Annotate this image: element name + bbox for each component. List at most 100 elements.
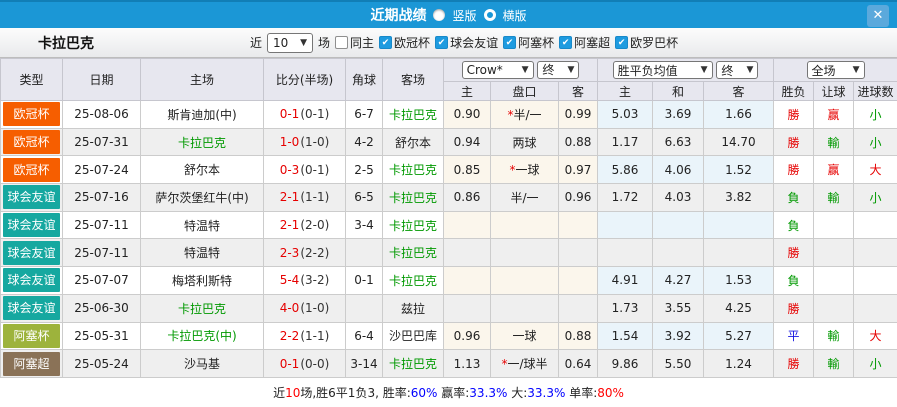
asian-away-odds-cell [559, 267, 598, 295]
league-filter[interactable]: ✔阿塞杯 [503, 34, 554, 51]
euro-home-odds-cell: 4.91 [598, 267, 653, 295]
col-header-score: 比分(半场) [264, 59, 346, 101]
league-filter-label: 球会友谊 [450, 34, 498, 51]
asian-line-cell [491, 239, 559, 267]
horizontal-layout-radio-icon[interactable] [484, 9, 496, 21]
euro-away-odds-cell: 4.25 [704, 294, 774, 322]
vertical-layout-radio-icon[interactable] [433, 9, 445, 21]
table-row: 欧冠杯25-07-31卡拉巴克1-0(1-0)4-2舒尔本0.94两球0.881… [1, 128, 897, 156]
asian-away-odds-cell: 0.88 [559, 128, 598, 156]
summary-segment: 10 [285, 386, 300, 400]
summary-segment: 大: [507, 384, 527, 401]
away-team-cell: 舒尔本 [383, 128, 444, 156]
asterisk-mark: * [509, 163, 515, 177]
sub-header-goals: 进球数 [854, 82, 897, 101]
halftime-score: (1-1) [300, 329, 329, 343]
checkbox-icon[interactable]: ✔ [615, 36, 628, 49]
date-cell: 25-05-24 [63, 350, 141, 378]
league-filter[interactable]: ✔欧冠杯 [379, 34, 430, 51]
handicap-result-cell: 赢 [814, 101, 854, 129]
league-filter[interactable]: ✔欧罗巴杯 [615, 34, 678, 51]
euro-away-odds-cell: 1.66 [704, 101, 774, 129]
asian-line-cell: *一/球半 [491, 350, 559, 378]
horizontal-layout-label[interactable]: 横版 [503, 7, 527, 24]
euro-away-odds-cell: 3.82 [704, 184, 774, 212]
checkbox-icon[interactable]: ✔ [559, 36, 572, 49]
recent-results-panel: 近期战绩 竖版 横版 ✕ 卡拉巴克 近 10 ▼ 场 同主 ✔欧冠杯✔球会友谊✔… [0, 0, 897, 407]
asian-company-select[interactable]: Crow* ▼ [462, 61, 534, 79]
halftime-score: (0-1) [300, 163, 329, 177]
euro-draw-odds-cell: 4.06 [653, 156, 704, 184]
result-cell: 勝 [774, 239, 814, 267]
league-filter[interactable]: ✔阿塞超 [559, 34, 610, 51]
home-team-cell: 舒尔本 [141, 156, 264, 184]
euro-draw-odds-cell: 5.50 [653, 350, 704, 378]
handicap-result-cell: 輸 [814, 350, 854, 378]
sub-header-euro-away: 客 [704, 82, 774, 101]
result-cell: 勝 [774, 294, 814, 322]
asian-away-odds-cell: 0.99 [559, 101, 598, 129]
home-team: 卡拉巴克 [178, 302, 226, 316]
sub-header-result: 胜负 [774, 82, 814, 101]
euro-stage-select[interactable]: 终 ▼ [716, 61, 758, 79]
result-cell: 勝 [774, 128, 814, 156]
euro-draw-odds-cell: 3.92 [653, 322, 704, 350]
sub-header-handicap: 让球 [814, 82, 854, 101]
result-cell: 負 [774, 267, 814, 295]
same-home-filter[interactable]: 同主 [335, 34, 374, 51]
asian-home-odds-cell: 1.13 [444, 350, 491, 378]
handicap-result-cell [814, 211, 854, 239]
same-home-label: 同主 [350, 34, 374, 51]
fulltime-score: 0-1 [280, 107, 300, 121]
goals-result-cell [854, 267, 897, 295]
col-header-corners: 角球 [346, 59, 383, 101]
asian-home-odds-cell: 0.90 [444, 101, 491, 129]
asian-stage-select[interactable]: 终 ▼ [537, 61, 579, 79]
handicap-result-cell: 輸 [814, 184, 854, 212]
matches-count-select[interactable]: 10 ▼ [267, 33, 313, 53]
score-cell: 0-1(0-1) [264, 101, 346, 129]
handicap-result-cell [814, 294, 854, 322]
fulltime-score: 1-0 [280, 135, 300, 149]
checkbox-icon[interactable]: ✔ [379, 36, 392, 49]
table-row: 球会友谊25-06-30卡拉巴克4-0(1-0)兹拉1.733.554.25勝 [1, 294, 897, 322]
handicap-result-cell [814, 267, 854, 295]
summary-segment: 33.3% [469, 386, 507, 400]
checkbox-icon[interactable] [335, 36, 348, 49]
league-filter[interactable]: ✔球会友谊 [435, 34, 498, 51]
summary-segment: 赢率: [437, 384, 469, 401]
league-badge: 阿塞超 [3, 352, 60, 376]
summary-segment: 60% [411, 386, 438, 400]
team-name: 卡拉巴克 [0, 33, 250, 53]
chevron-down-icon: ▼ [701, 65, 708, 75]
away-team: 兹拉 [401, 302, 425, 316]
fulltime-score: 2-1 [280, 190, 300, 204]
close-icon[interactable]: ✕ [867, 5, 889, 27]
fulltime-score: 2-2 [280, 329, 300, 343]
sub-header-euro-home: 主 [598, 82, 653, 101]
home-team-cell: 卡拉巴克 [141, 128, 264, 156]
results-table: 类型 日期 主场 比分(半场) 角球 客场 Crow* ▼ 终 ▼ [0, 58, 897, 378]
table-row: 球会友谊25-07-11特温特2-3(2-2)卡拉巴克勝 [1, 239, 897, 267]
asian-home-odds-cell: 0.86 [444, 184, 491, 212]
halftime-score: (1-0) [300, 301, 329, 315]
checkbox-icon[interactable]: ✔ [435, 36, 448, 49]
euro-home-odds-cell: 9.86 [598, 350, 653, 378]
league-cell: 球会友谊 [1, 267, 63, 295]
halftime-score: (0-0) [300, 357, 329, 371]
euro-away-odds-cell [704, 211, 774, 239]
table-row: 欧冠杯25-07-24舒尔本0-3(0-1)2-5卡拉巴克0.85*一球0.97… [1, 156, 897, 184]
scope-select[interactable]: 全场 ▼ [807, 61, 865, 79]
home-team-cell: 斯肯迪加(中) [141, 101, 264, 129]
league-badge: 球会友谊 [3, 185, 60, 209]
league-cell: 球会友谊 [1, 211, 63, 239]
checkbox-icon[interactable]: ✔ [503, 36, 516, 49]
vertical-layout-label[interactable]: 竖版 [452, 7, 476, 24]
euro-company-select[interactable]: 胜平负均值 ▼ [613, 61, 713, 79]
score-cell: 1-0(1-0) [264, 128, 346, 156]
home-team: 特温特 [184, 219, 220, 233]
league-badge: 球会友谊 [3, 241, 60, 265]
asian-away-odds-cell [559, 294, 598, 322]
league-cell: 欧冠杯 [1, 101, 63, 129]
summary-segment: 场,胜6平1负3, 胜率: [300, 384, 410, 401]
